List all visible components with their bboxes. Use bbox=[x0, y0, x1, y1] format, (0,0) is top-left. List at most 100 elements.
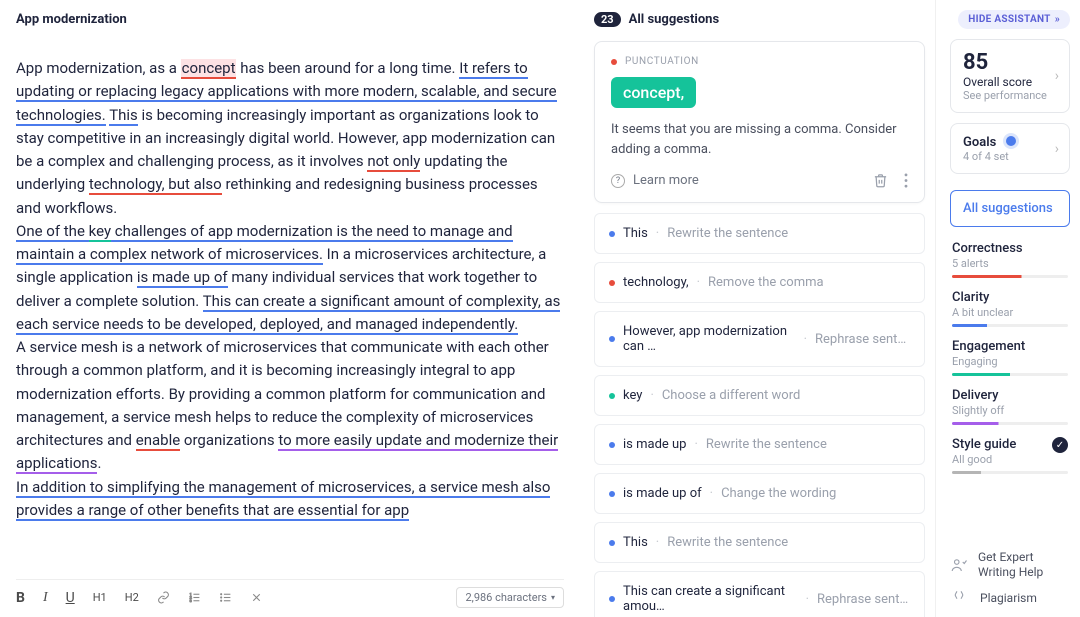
link-button[interactable] bbox=[157, 591, 170, 604]
person-icon bbox=[950, 556, 968, 574]
suggestion-hint: Rewrite the sentence bbox=[706, 437, 827, 452]
text-run[interactable]: amount of bbox=[393, 292, 462, 312]
suggestion-hint: Rephrase sentence bbox=[815, 332, 910, 347]
suggestion-hint: Rephrase sentence bbox=[817, 592, 910, 607]
suggestion-row[interactable]: However, app modernization can …·Rephras… bbox=[594, 311, 925, 367]
filter-title: Correctness bbox=[952, 241, 1068, 256]
suggestion-description: It seems that you are missing a comma. C… bbox=[611, 120, 908, 159]
suggestions-pane: 23 All suggestions PUNCTUATION concept, … bbox=[580, 0, 935, 617]
suggestion-row[interactable]: technology,·Remove the comma bbox=[594, 262, 925, 303]
text-run[interactable]: technology, but also bbox=[89, 175, 222, 195]
learn-more-link[interactable]: Learn more bbox=[633, 173, 699, 188]
filter-sub: Slightly off bbox=[952, 404, 1068, 417]
text-run[interactable]: This can create a significant bbox=[203, 292, 394, 312]
numbered-list-button[interactable]: 123 bbox=[188, 591, 201, 604]
suggestion-row[interactable]: is made up of·Change the wording bbox=[594, 473, 925, 514]
clear-format-button[interactable] bbox=[250, 591, 263, 604]
h1-button[interactable]: H1 bbox=[93, 591, 107, 604]
text-run[interactable]: concept bbox=[181, 59, 237, 79]
goals-sub: 4 of 4 set bbox=[963, 150, 1057, 163]
suggestion-expanded-card[interactable]: PUNCTUATION concept, It seems that you a… bbox=[594, 41, 925, 203]
character-count-text: 2,986 characters bbox=[465, 591, 547, 604]
chevron-down-icon: ▾ bbox=[551, 593, 555, 602]
suggestion-row[interactable]: This can create a significant amou…·Reph… bbox=[594, 571, 925, 617]
text-run[interactable]: In addition to simplifying the managemen… bbox=[16, 478, 550, 521]
suggestion-hint: Choose a different word bbox=[662, 388, 800, 403]
text-run[interactable]: App modernization, as a bbox=[16, 59, 181, 77]
filter-sub: All good bbox=[952, 453, 1068, 466]
goals-title: Goals bbox=[963, 135, 996, 150]
document-body[interactable]: App modernization, as a concept has been… bbox=[16, 57, 564, 579]
h2-button[interactable]: H2 bbox=[125, 591, 139, 604]
suggestion-term: technology, bbox=[623, 275, 689, 290]
italic-button[interactable]: I bbox=[43, 590, 48, 606]
suggestion-hint: Change the wording bbox=[721, 486, 836, 501]
document-title[interactable]: App modernization bbox=[16, 12, 564, 27]
filter-clarity[interactable]: ClarityA bit unclear bbox=[950, 284, 1070, 333]
text-run[interactable]: . bbox=[97, 454, 101, 472]
overall-score-box[interactable]: 85 Overall score See performance › bbox=[950, 39, 1070, 113]
chevron-right-icon: › bbox=[1055, 68, 1059, 84]
text-run[interactable]: is made up of bbox=[137, 268, 228, 288]
category-dot-icon bbox=[609, 442, 615, 448]
category-dot-icon bbox=[609, 336, 615, 342]
filter-correctness[interactable]: Correctness5 alerts bbox=[950, 235, 1070, 284]
chevron-right-icon: » bbox=[1055, 14, 1060, 25]
underline-button[interactable]: U bbox=[66, 590, 75, 606]
suggestion-row[interactable]: This·Rewrite the sentence bbox=[594, 522, 925, 563]
text-run[interactable]: has been around for a long time. bbox=[236, 59, 459, 77]
editor-toolbar: B I U H1 H2 123 2,986 characters ▾ bbox=[16, 579, 564, 609]
suggestion-category: PUNCTUATION bbox=[625, 56, 699, 67]
suggestion-row[interactable]: This·Rewrite the sentence bbox=[594, 213, 925, 254]
filter-bar bbox=[952, 422, 1068, 425]
separator: · bbox=[656, 226, 659, 241]
filter-delivery[interactable]: DeliverySlightly off bbox=[950, 382, 1070, 431]
text-run[interactable]: key bbox=[89, 222, 111, 242]
expert-help-link[interactable]: Get Expert Writing Help bbox=[950, 550, 1070, 579]
svg-text:3: 3 bbox=[189, 598, 191, 603]
suggestions-count-badge: 23 bbox=[594, 12, 621, 27]
filter-bar bbox=[952, 275, 1068, 278]
editor-pane: App modernization App modernization, as … bbox=[0, 0, 580, 617]
text-run[interactable]: not only bbox=[367, 152, 420, 172]
filter-all-suggestions[interactable]: All suggestions bbox=[950, 190, 1070, 227]
filter-title: All suggestions bbox=[963, 201, 1057, 216]
bullet-list-button[interactable] bbox=[219, 591, 232, 604]
plagiarism-link[interactable]: Plagiarism bbox=[950, 589, 1070, 607]
suggestion-row[interactable]: key·Choose a different word bbox=[594, 375, 925, 416]
score-label: Overall score bbox=[963, 75, 1057, 89]
correction-chip[interactable]: concept, bbox=[611, 77, 696, 108]
plagiarism-label: Plagiarism bbox=[980, 591, 1037, 605]
expert-help-label: Get Expert Writing Help bbox=[978, 550, 1070, 579]
filter-style-guide[interactable]: Style guide✓All good bbox=[950, 431, 1070, 480]
filter-engagement[interactable]: EngagementEngaging bbox=[950, 333, 1070, 382]
trash-icon[interactable] bbox=[873, 173, 888, 188]
character-count[interactable]: 2,986 characters ▾ bbox=[456, 587, 564, 608]
suggestion-term: This can create a significant amou… bbox=[623, 584, 798, 614]
bold-button[interactable]: B bbox=[16, 590, 25, 606]
separator: · bbox=[650, 388, 653, 403]
category-dot-icon bbox=[609, 491, 615, 497]
info-icon: ? bbox=[611, 174, 625, 188]
side-pane: HIDE ASSISTANT » 85 Overall score See pe… bbox=[935, 0, 1080, 617]
text-run[interactable]: This bbox=[109, 106, 138, 126]
more-menu-icon[interactable] bbox=[904, 173, 908, 188]
text-run[interactable]: organizations bbox=[180, 431, 278, 449]
text-run[interactable]: One of the bbox=[16, 222, 89, 242]
suggestion-term: This bbox=[623, 226, 648, 241]
filter-title: Delivery bbox=[952, 388, 1068, 403]
filter-bar bbox=[952, 324, 1068, 327]
filter-sub: 5 alerts bbox=[952, 257, 1068, 270]
hide-assistant-button[interactable]: HIDE ASSISTANT » bbox=[958, 10, 1070, 29]
separator: · bbox=[710, 486, 713, 501]
filter-bar bbox=[952, 471, 1068, 474]
score-value: 85 bbox=[963, 50, 1057, 75]
goals-box[interactable]: Goals 4 of 4 set › bbox=[950, 123, 1070, 174]
see-performance-link: See performance bbox=[963, 89, 1057, 102]
filter-title: Style guide✓ bbox=[952, 437, 1068, 452]
text-run[interactable]: enable bbox=[136, 431, 180, 451]
suggestion-term: However, app modernization can … bbox=[623, 324, 796, 354]
suggestion-row[interactable]: is made up·Rewrite the sentence bbox=[594, 424, 925, 465]
filter-sub: Engaging bbox=[952, 355, 1068, 368]
category-dot-icon bbox=[609, 393, 615, 399]
